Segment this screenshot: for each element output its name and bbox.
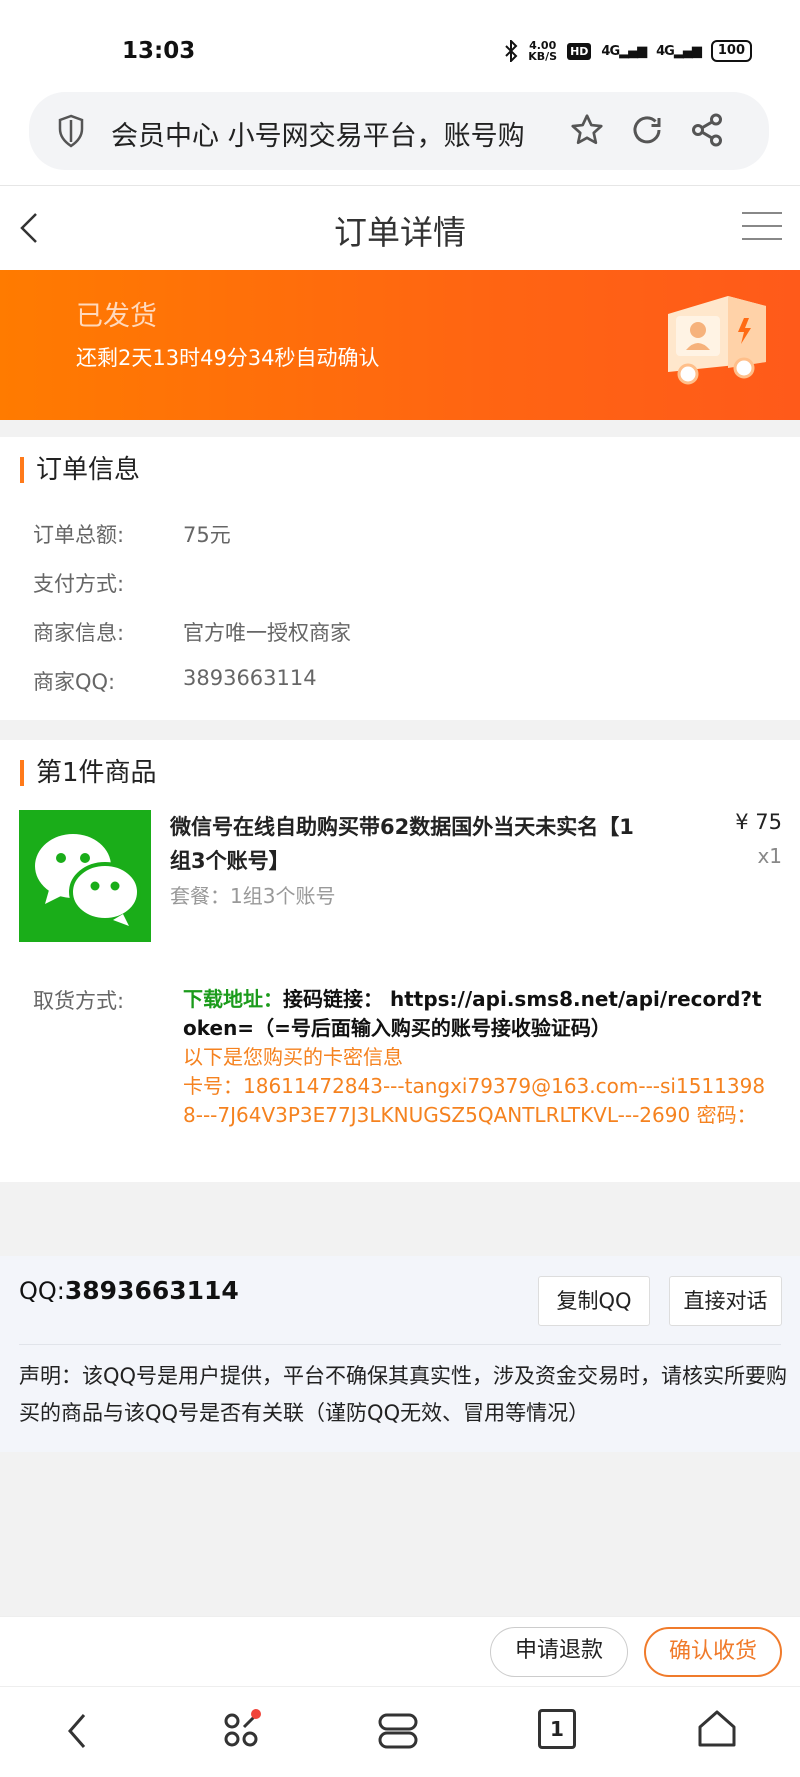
- page-title-in-url: 会员中心 小号网交易平台，账号购: [111, 121, 525, 152]
- confirm-receipt-button[interactable]: 确认收货: [644, 1627, 782, 1677]
- order-action-bar: 申请退款 确认收货: [0, 1616, 800, 1686]
- order-info-card: 订单信息 订单总额: 75元 支付方式: 商家信息: 官方唯一授权商家 商家QQ…: [0, 437, 800, 720]
- tab-count-button[interactable]: 1: [538, 1709, 576, 1749]
- download-address-label: 下载地址：: [183, 987, 283, 1011]
- product-name[interactable]: 微信号在线自助购买带62数据国外当天未实名【1组3个账号】: [170, 810, 650, 878]
- shipping-banner: 已发货 还剩2天13时49分34秒自动确认: [0, 270, 800, 420]
- tabs-overview-icon[interactable]: [378, 1711, 418, 1751]
- bluetooth-icon: [505, 40, 518, 62]
- delivery-truck-icon: [668, 296, 766, 385]
- qq-number: 3893663114: [64, 1276, 239, 1305]
- order-total-row: 订单总额: 75元: [33, 523, 231, 547]
- product-section-title: 第1件商品: [20, 760, 157, 786]
- browser-bottom-nav: 1: [0, 1686, 800, 1777]
- card-info-title: 以下是您购买的卡密信息: [183, 1045, 403, 1069]
- product-card: 第1件商品 微信号在线自助购买带62数据国外当天未实名【1组3个账号】 ¥ 75…: [0, 740, 800, 1182]
- net-speed: 4.00 KB/S: [528, 39, 558, 63]
- qq-disclaimer: 声明：该QQ号是用户提供，平台不确保其真实性，涉及资金交易时，请核实所要购买的商…: [19, 1364, 788, 1425]
- menu-icon[interactable]: [742, 211, 782, 241]
- merchant-qq-row: 商家QQ: 3893663114: [33, 666, 317, 694]
- card-credentials: 卡号：18611472843---tangxi79379@163.com---s…: [183, 1074, 766, 1127]
- wechat-logo-image: [19, 810, 151, 942]
- refresh-icon[interactable]: [629, 112, 665, 148]
- qq-contact-box: QQ:3893663114 复制QQ 直接对话 声明：该QQ号是用户提供，平台不…: [0, 1256, 800, 1452]
- auto-confirm-countdown: 还剩2天13时49分34秒自动确认: [76, 346, 380, 370]
- status-icons: 4.00 KB/S HD 4G▂▄▆ 4G▂▄▆ 100: [504, 40, 752, 62]
- copy-qq-button[interactable]: 复制QQ: [538, 1276, 650, 1326]
- product-price: ¥ 75: [735, 810, 782, 834]
- product-quantity: x1: [757, 844, 782, 868]
- app-root: 13:03 4.00 KB/S HD 4G▂▄▆ 4G▂▄▆ 100 会员中心 小…: [0, 0, 800, 1777]
- signal-icon-1: 4G▂▄▆: [601, 43, 647, 59]
- qq-contact: QQ:3893663114: [19, 1276, 239, 1305]
- page-title: 订单详情: [334, 213, 466, 252]
- page-header: 订单详情: [0, 186, 800, 270]
- order-info-title: 订单信息: [20, 457, 140, 483]
- address-bar[interactable]: 会员中心 小号网交易平台，账号购: [29, 92, 769, 170]
- pickup-details: 下载地址：接码链接： https://api.sms8.net/api/reco…: [183, 985, 773, 1130]
- battery-icon: 100: [710, 40, 752, 62]
- home-icon[interactable]: [696, 1707, 738, 1749]
- status-bar: 13:03 4.00 KB/S HD 4G▂▄▆ 4G▂▄▆ 100: [0, 0, 800, 92]
- merchant-info-row: 商家信息: 官方唯一授权商家: [33, 621, 351, 645]
- wechat-icon: [35, 834, 141, 926]
- status-time: 13:03: [122, 38, 196, 64]
- nav-back-icon[interactable]: [66, 1711, 88, 1751]
- direct-chat-button[interactable]: 直接对话: [669, 1276, 782, 1326]
- share-icon[interactable]: [689, 112, 725, 148]
- refund-button[interactable]: 申请退款: [490, 1627, 628, 1677]
- hd-badge: HD: [567, 42, 592, 60]
- apps-icon[interactable]: [220, 1707, 264, 1751]
- divider: [19, 1344, 781, 1345]
- payment-method-row: 支付方式:: [33, 572, 125, 596]
- order-status: 已发货: [76, 301, 157, 332]
- product-package: 套餐：1组3个账号: [170, 884, 336, 908]
- star-icon[interactable]: [569, 112, 605, 148]
- browser-toolbar: 会员中心 小号网交易平台，账号购: [0, 92, 800, 186]
- signal-icon-2: 4G▂▄▆: [656, 43, 702, 59]
- pickup-method-label: 取货方式:: [33, 989, 125, 1013]
- shield-icon: [58, 114, 84, 148]
